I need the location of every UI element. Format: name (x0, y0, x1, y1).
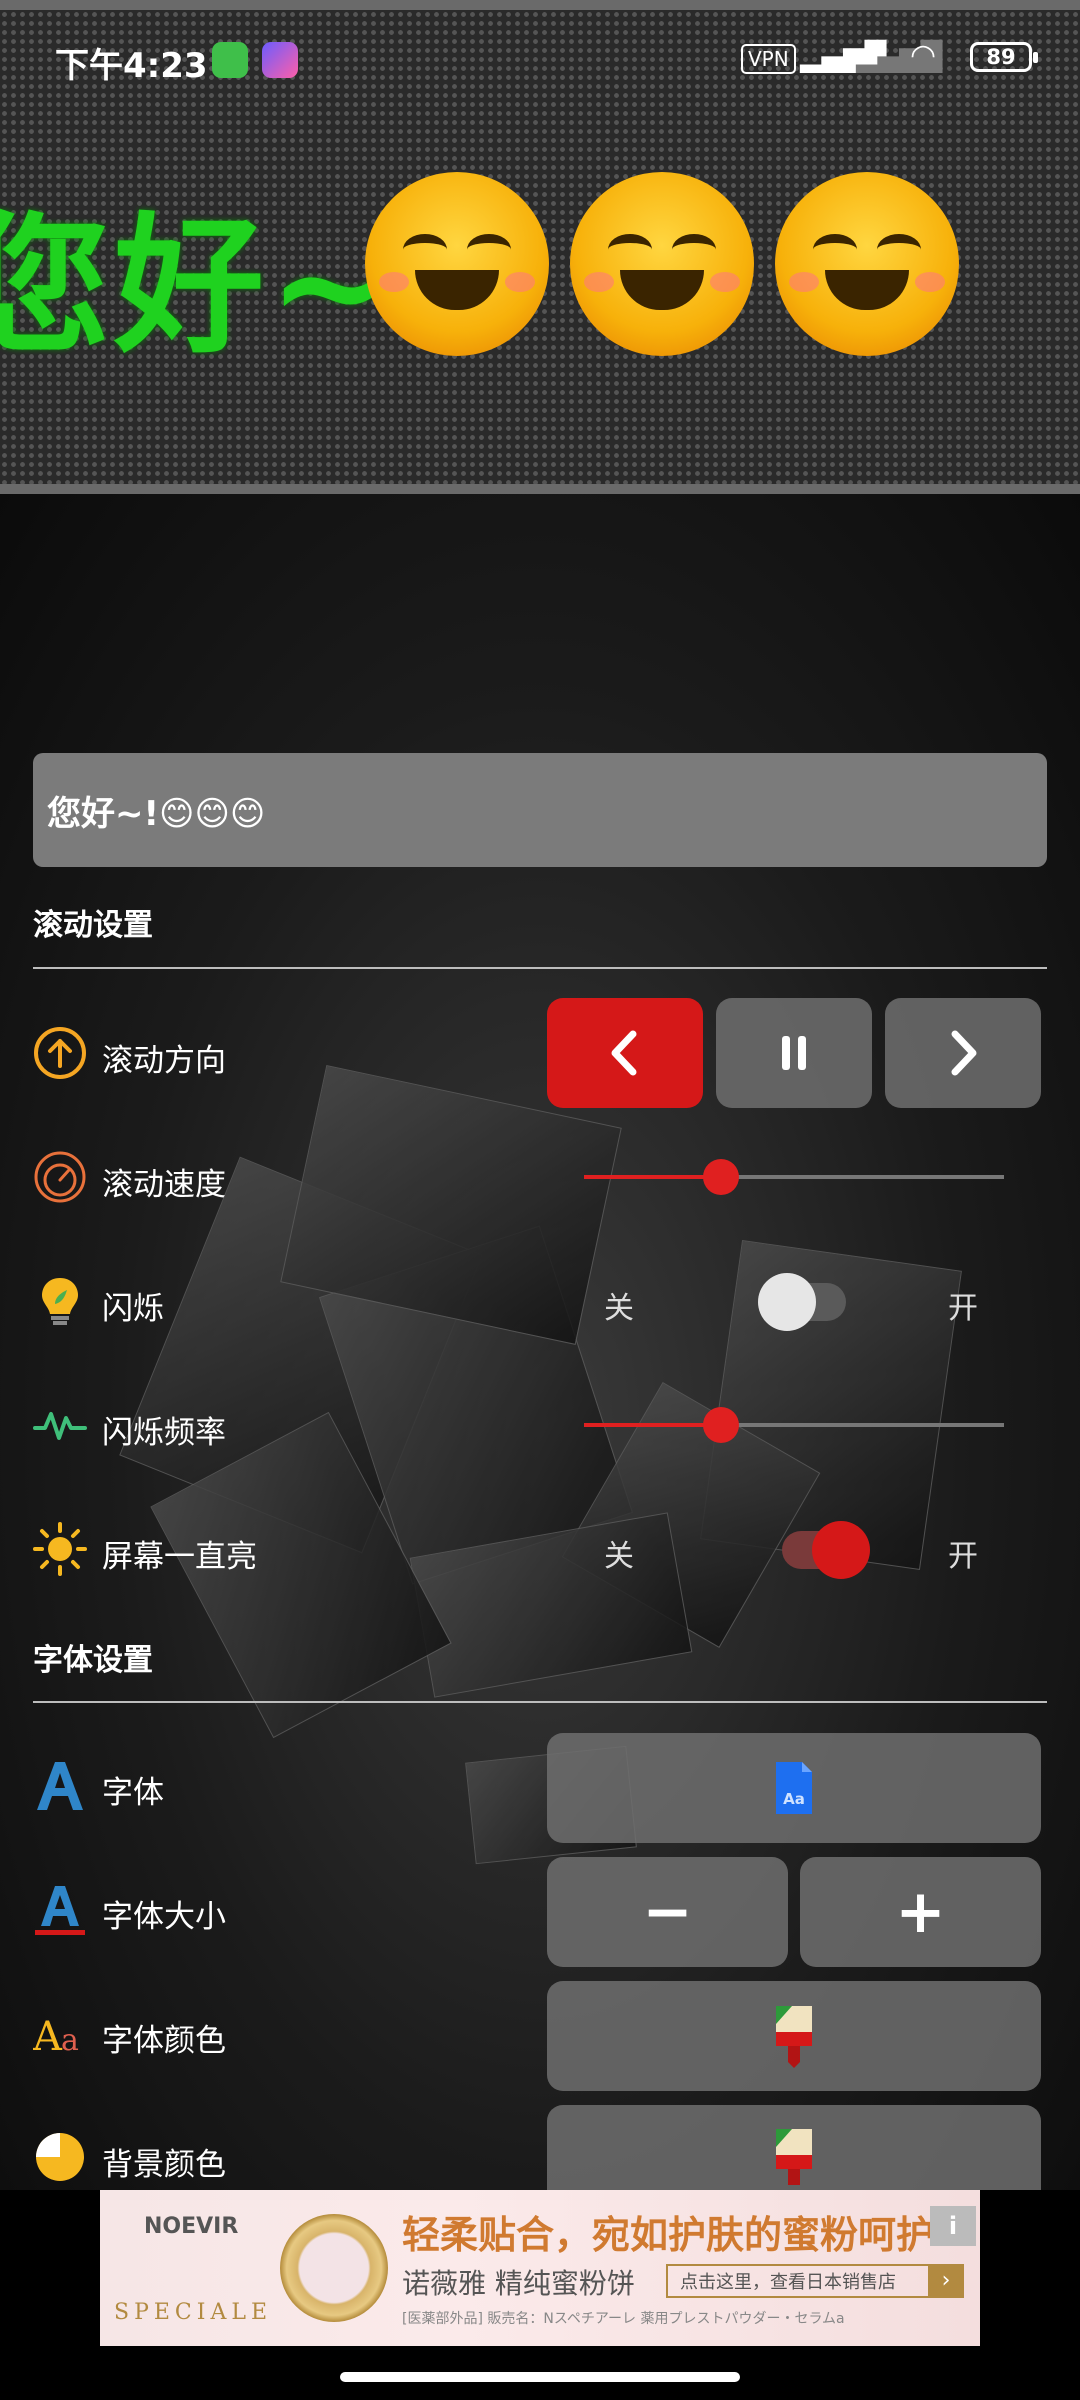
font-size-decrease-button[interactable]: − (547, 1857, 788, 1967)
font-color-button[interactable] (547, 1981, 1041, 2091)
ad-subtitle: 诺薇雅 精纯蜜粉饼 (402, 2267, 635, 2300)
slider-fill (584, 1423, 721, 1427)
font-label: 字体 (102, 1775, 164, 1811)
background-color-button[interactable] (547, 2105, 1041, 2190)
letter-a-icon (37, 1762, 83, 1810)
slider-knob[interactable] (702, 1159, 739, 1195)
pie-chart-icon (36, 2133, 84, 2181)
font-select-button[interactable]: Aa (547, 1733, 1041, 1843)
divider (33, 1701, 1047, 1703)
status-time: 下午4:23 (55, 46, 208, 86)
chevron-right-icon (951, 1030, 977, 1076)
app-icon-rocket (262, 42, 298, 78)
scroll-pause-button[interactable] (716, 998, 872, 1108)
pulse-icon (33, 1412, 87, 1440)
blink-rate-slider[interactable] (584, 1407, 1004, 1443)
slider-knob[interactable] (702, 1407, 739, 1443)
scroll-right-button[interactable] (885, 998, 1041, 1108)
battery-icon: 89 (970, 42, 1038, 72)
chevron-right-icon[interactable]: › (928, 2264, 964, 2298)
chevron-left-icon (611, 1030, 637, 1076)
font-color-icon: A a (33, 2014, 79, 2060)
paint-brush-icon (776, 2129, 812, 2185)
font-size-label: 字体大小 (102, 1899, 226, 1935)
font-settings-title: 字体设置 (33, 1643, 153, 1678)
smile-emoji-icon (365, 172, 549, 356)
font-size-increase-button[interactable]: + (800, 1857, 1041, 1967)
svg-text:a: a (61, 2023, 79, 2058)
scroll-left-button[interactable] (547, 998, 703, 1108)
speedometer-icon (34, 1151, 86, 1203)
status-bar: 下午4:23 VPN ▂▄▆█ ▂▄▆█ ◠ 89 (0, 20, 1080, 102)
wifi-icon: ◠ (910, 38, 937, 73)
ad-banner[interactable]: NOEVIR SPECIALE 轻柔贴合，宛如护肤的蜜粉呵护 诺薇雅 精纯蜜粉饼… (100, 2190, 980, 2346)
ad-info-icon[interactable]: i (930, 2206, 976, 2246)
paint-brush-icon (776, 2006, 812, 2068)
smile-emoji-icon (775, 172, 959, 356)
home-indicator[interactable] (340, 2372, 740, 2382)
ad-brand: NOEVIR (144, 2214, 239, 2239)
svg-text:Aa: Aa (783, 1790, 805, 1808)
screen-on-off-label: 关 (604, 1539, 634, 1574)
led-display: 下午4:23 VPN ▂▄▆█ ▂▄▆█ ◠ 89 您好~! (0, 0, 1080, 494)
screen-on-label: 屏幕一直亮 (102, 1539, 257, 1575)
toggle-thumb (758, 1273, 816, 1331)
background-color-label: 背景颜色 (102, 2147, 226, 2183)
vpn-icon: VPN (741, 44, 796, 74)
font-color-label: 字体颜色 (102, 2023, 226, 2059)
blink-on-label: 开 (948, 1291, 978, 1326)
sun-icon (33, 1522, 87, 1576)
text-input[interactable]: 您好~!😊😊😊 (33, 753, 1047, 867)
ad-brand-sub: SPECIALE (114, 2300, 273, 2325)
divider (33, 967, 1047, 969)
font-size-icon (35, 1886, 85, 1935)
blink-label: 闪烁 (102, 1291, 164, 1327)
pause-icon (782, 1036, 806, 1070)
app-icon-green (212, 42, 248, 78)
smile-emoji-icon (570, 172, 754, 356)
blink-toggle[interactable] (758, 1273, 846, 1331)
scroll-speed-slider[interactable] (584, 1159, 1004, 1195)
ad-cta-button[interactable]: 点击这里，查看日本销售店 (666, 2264, 964, 2298)
screen-on-toggle[interactable] (782, 1521, 870, 1579)
scroll-speed-label: 滚动速度 (102, 1167, 226, 1203)
ad-disclaimer: [医薬部外品] 販売名：Nスペチアーレ 薬用プレストパウダー・セラムa (402, 2311, 845, 2327)
blink-rate-label: 闪烁频率 (102, 1415, 226, 1451)
ad-headline: 轻柔贴合，宛如护肤的蜜粉呵护 (402, 2213, 935, 2257)
scroll-direction-label: 滚动方向 (102, 1043, 226, 1079)
blink-off-label: 关 (604, 1291, 634, 1326)
font-file-icon: Aa (776, 1762, 812, 1814)
scroll-settings-title: 滚动设置 (33, 908, 153, 943)
svg-text:A: A (33, 2014, 63, 2060)
lightbulb-icon (42, 1278, 78, 1325)
screen-on-on-label: 开 (948, 1539, 978, 1574)
slider-fill (584, 1175, 721, 1179)
toggle-thumb (812, 1521, 870, 1579)
arrow-up-circle-icon (34, 1027, 86, 1079)
powder-compact-image (280, 2214, 388, 2322)
